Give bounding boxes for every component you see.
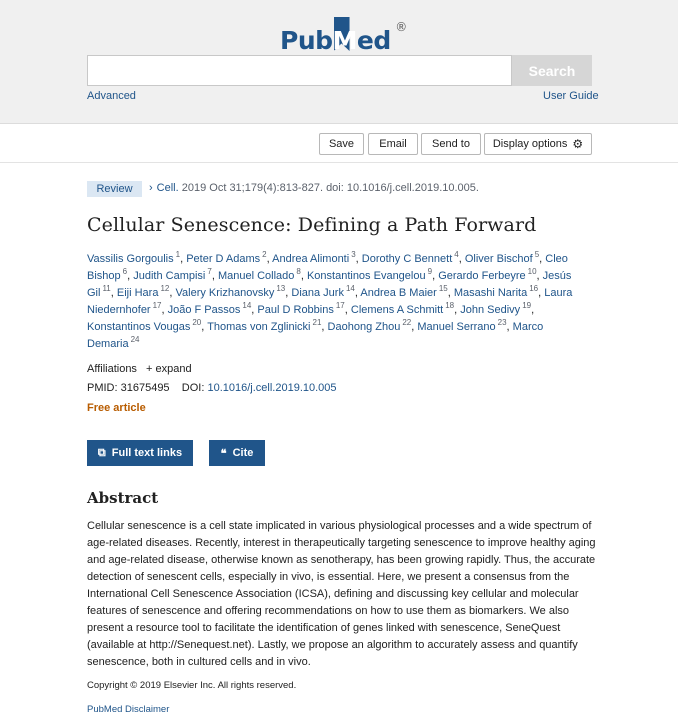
affiliation-number[interactable]: 19 bbox=[522, 301, 531, 310]
identifiers-row: PMID: 31675495 DOI: 10.1016/j.cell.2019.… bbox=[87, 382, 337, 394]
external-link-icon: ⧉ bbox=[97, 446, 106, 459]
logo-pub-text: Pub bbox=[280, 26, 333, 55]
search-input[interactable] bbox=[87, 55, 512, 86]
author-link[interactable]: John Sedivy bbox=[460, 304, 520, 316]
affiliation-number[interactable]: 10 bbox=[528, 267, 537, 276]
article-toolbar: Save Email Send to Display options ⚙ bbox=[0, 125, 678, 163]
author-link[interactable]: Thomas von Zglinicki bbox=[207, 321, 310, 333]
author-link[interactable]: Konstantinos Evangelou bbox=[307, 270, 426, 282]
affiliation-number[interactable]: 17 bbox=[153, 301, 162, 310]
affiliation-number[interactable]: 24 bbox=[131, 335, 140, 344]
abstract-text: Cellular senescence is a cell state impl… bbox=[87, 520, 596, 668]
article-type-badge: Review bbox=[87, 181, 142, 197]
save-button[interactable]: Save bbox=[319, 133, 364, 155]
author-link[interactable]: Oliver Bischof bbox=[465, 253, 533, 265]
pmid: PMID: 31675495 bbox=[87, 382, 170, 394]
journal-link[interactable]: Cell. bbox=[157, 182, 179, 194]
author-link[interactable]: Masashi Narita bbox=[454, 287, 527, 299]
doi-link[interactable]: 10.1016/j.cell.2019.10.005 bbox=[207, 382, 336, 394]
author-link[interactable]: Vassilis Gorgoulis bbox=[87, 253, 174, 265]
full-text-links-label: Full text links bbox=[111, 447, 183, 459]
author-link[interactable]: Manuel Serrano bbox=[417, 321, 495, 333]
affiliation-number[interactable]: 20 bbox=[192, 318, 201, 327]
email-button[interactable]: Email bbox=[368, 133, 418, 155]
user-guide-link[interactable]: User Guide bbox=[543, 90, 599, 102]
affiliation-number[interactable]: 15 bbox=[439, 284, 448, 293]
logo-med-wrap: Med ® bbox=[332, 17, 407, 55]
pubmed-logo[interactable]: Pub Med ® bbox=[280, 15, 407, 55]
affiliation-number[interactable]: 14 bbox=[242, 301, 251, 310]
quote-icon: ❝ bbox=[220, 447, 227, 460]
author-separator: , bbox=[531, 304, 535, 316]
affiliation-number[interactable]: 14 bbox=[346, 284, 355, 293]
author-link[interactable]: Eiji Hara bbox=[117, 287, 159, 299]
affiliation-number[interactable]: 11 bbox=[102, 284, 110, 293]
doi-label: DOI: bbox=[181, 382, 205, 394]
author-link[interactable]: Judith Campisi bbox=[133, 270, 205, 282]
gear-icon: ⚙ bbox=[572, 137, 584, 151]
author-link[interactable]: Andrea B Maier bbox=[360, 287, 436, 299]
citation-line: › Cell. 2019 Oct 31;179(4):813-827. doi: … bbox=[149, 182, 479, 194]
registered-mark: ® bbox=[395, 20, 407, 34]
affiliation-number[interactable]: 16 bbox=[529, 284, 538, 293]
display-options-label: Display options bbox=[492, 138, 568, 150]
affiliation-number[interactable]: 18 bbox=[445, 301, 454, 310]
display-options-button[interactable]: Display options ⚙ bbox=[484, 133, 592, 155]
copyright-notice: Copyright © 2019 Elsevier Inc. All right… bbox=[87, 680, 297, 691]
logo-m-letter: M bbox=[332, 26, 358, 55]
cite-label: Cite bbox=[232, 447, 254, 459]
expand-affiliations-button[interactable]: + expand bbox=[146, 363, 192, 375]
advanced-search-link[interactable]: Advanced bbox=[87, 90, 136, 102]
affiliation-number[interactable]: 22 bbox=[402, 318, 411, 327]
author-link[interactable]: Andrea Alimonti bbox=[272, 253, 349, 265]
author-link[interactable]: Gerardo Ferbeyre bbox=[438, 270, 525, 282]
site-header: Pub Med ® Search Advanced User Guide bbox=[0, 0, 678, 124]
author-link[interactable]: Diana Jurk bbox=[291, 287, 344, 299]
author-link[interactable]: João F Passos bbox=[168, 304, 241, 316]
author-link[interactable]: Dorothy C Bennett bbox=[362, 253, 453, 265]
author-link[interactable]: Peter D Adams bbox=[186, 253, 260, 265]
author-link[interactable]: Paul D Robbins bbox=[257, 304, 333, 316]
author-link[interactable]: Konstantinos Vougas bbox=[87, 321, 190, 333]
author-link[interactable]: Clemens A Schmitt bbox=[351, 304, 443, 316]
full-text-links-button[interactable]: ⧉ Full text links bbox=[87, 440, 193, 466]
search-button[interactable]: Search bbox=[512, 55, 592, 86]
citation-details: 2019 Oct 31;179(4):813-827. doi: 10.1016… bbox=[178, 182, 479, 194]
affiliations-row: Affiliations + expand bbox=[87, 363, 192, 375]
affiliations-label: Affiliations bbox=[87, 363, 137, 375]
logo-med-text: Med bbox=[332, 26, 392, 55]
author-list: Vassilis Gorgoulis 1, Peter D Adams 2, And… bbox=[87, 251, 597, 353]
abstract-heading: Abstract bbox=[87, 489, 159, 507]
pubmed-disclaimer-link[interactable]: PubMed Disclaimer bbox=[87, 704, 169, 715]
free-article-badge: Free article bbox=[87, 402, 146, 414]
affiliation-number[interactable]: 23 bbox=[498, 318, 507, 327]
author-link[interactable]: Daohong Zhou bbox=[328, 321, 401, 333]
send-to-button[interactable]: Send to bbox=[421, 133, 481, 155]
affiliation-number[interactable]: 13 bbox=[276, 284, 285, 293]
cite-button[interactable]: ❝ Cite bbox=[209, 440, 265, 466]
author-link[interactable]: Valery Krizhanovsky bbox=[176, 287, 275, 299]
author-link[interactable]: Manuel Collado bbox=[218, 270, 294, 282]
affiliation-number[interactable]: 17 bbox=[336, 301, 345, 310]
article-title: Cellular Senescence: Defining a Path For… bbox=[87, 214, 537, 236]
chevron-right-icon: › bbox=[149, 182, 153, 194]
